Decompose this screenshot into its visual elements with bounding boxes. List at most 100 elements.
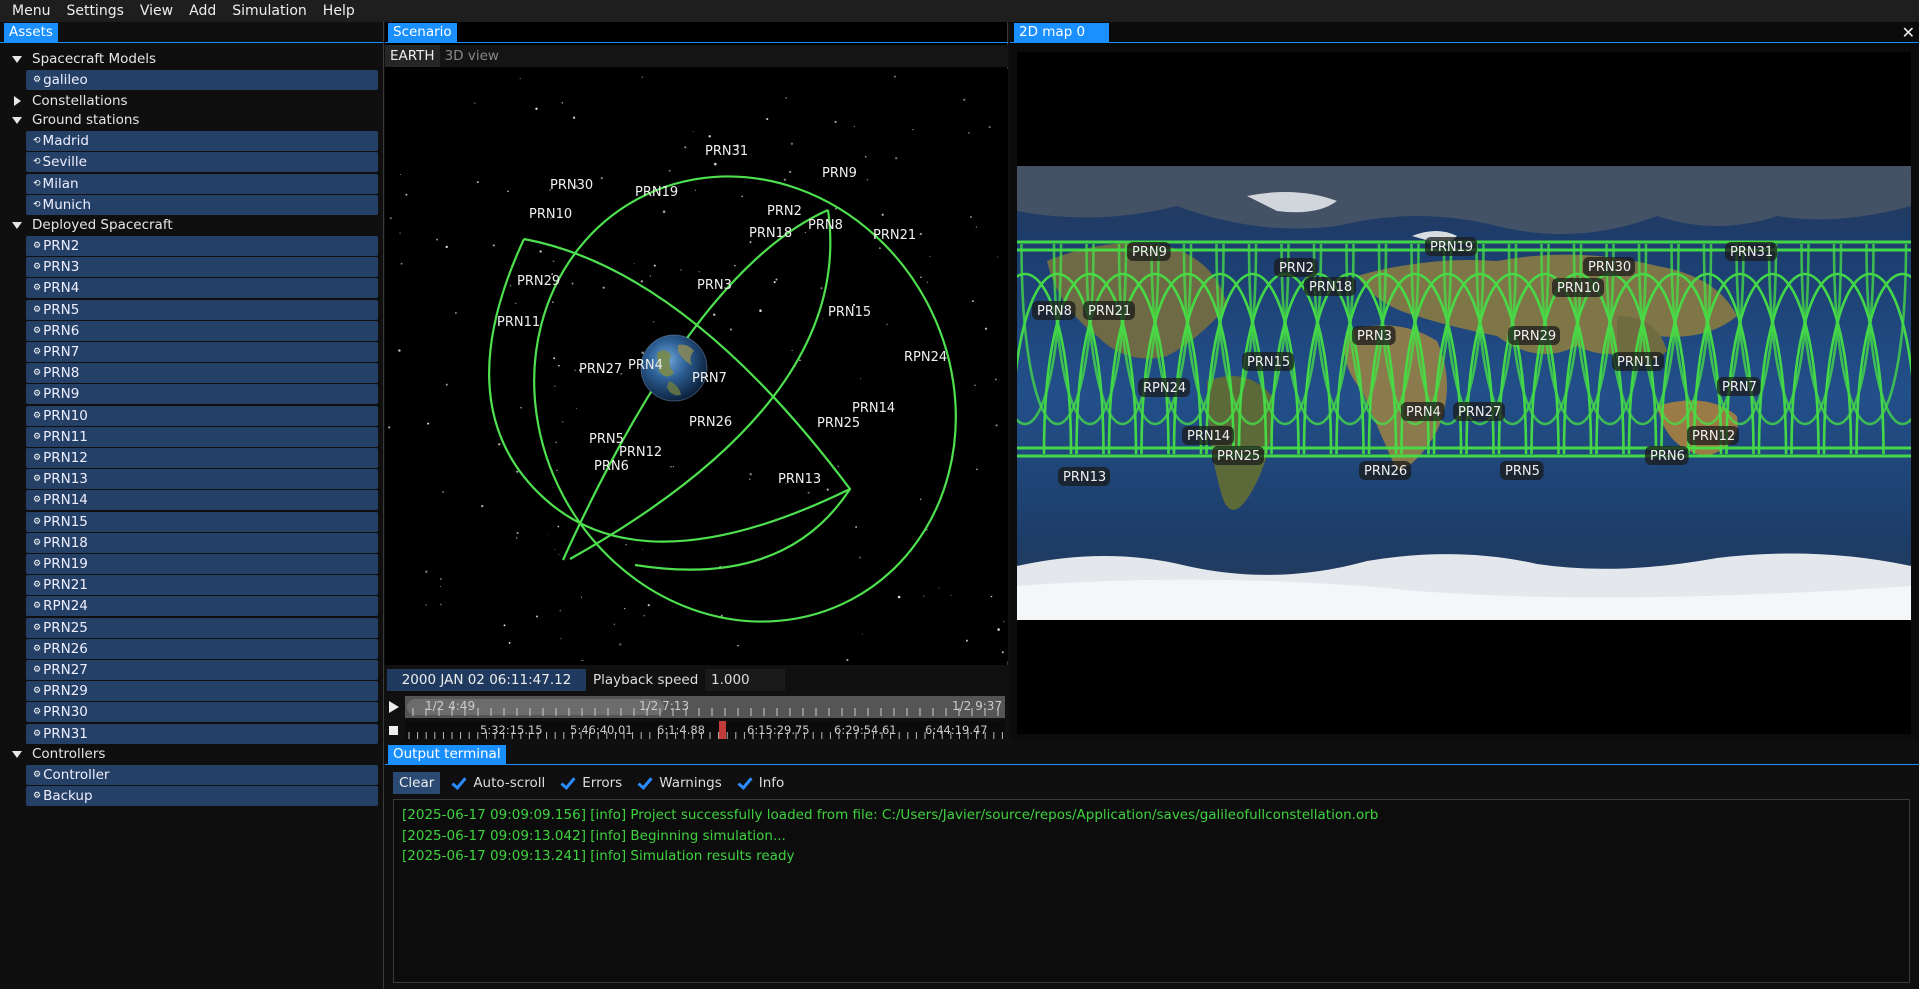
spacecraft-icon: ⚙ [33,262,42,273]
spacecraft-icon: ⚙ [33,580,42,591]
play-icon[interactable] [389,701,399,713]
chevron-down-icon[interactable] [12,54,22,64]
subtab-earth[interactable]: EARTH [385,45,440,67]
tree-item-label: PRN31 [43,725,88,742]
tree-item[interactable]: ⚙ Controller [26,764,378,785]
tree-item-label: PRN15 [43,513,88,530]
3d-viewport[interactable]: PRN31 PRN9 PRN30 PRN19 PRN10 PRN2 PRN8 PRN18 PRN… [385,69,1008,661]
star [398,349,401,352]
tree-item-label: PRN30 [43,704,88,721]
map-label-prn3: PRN3 [1357,329,1392,344]
menu-simulation[interactable]: Simulation [224,0,315,22]
menu-help[interactable]: Help [315,0,363,22]
tree-item[interactable]: ⚙ PRN9 [26,384,378,405]
tree-group-label: Ground stations [32,112,140,129]
spacecraft-icon: ⚙ [33,559,42,569]
log-output[interactable]: [2025-06-17 09:09:09.156] [info] Project… [393,799,1910,983]
tree-item[interactable]: ⚙ PRN15 [26,511,378,532]
checkmark-icon[interactable] [450,775,466,791]
timeline-bottom-label: 6:1:4.88 [657,723,705,737]
tree-item[interactable]: ⚙ PRN21 [26,575,378,596]
star [893,75,896,78]
tree-item[interactable]: ⚙ PRN3 [26,257,378,278]
tree-item-label: PRN11 [43,428,88,445]
tab-output-terminal[interactable]: Output terminal [388,745,506,764]
playback-speed-input[interactable]: 1.000 [705,669,785,691]
tree-item[interactable]: ⚙ PRN30 [26,702,378,723]
checkmark-icon[interactable] [636,775,652,791]
tree-item[interactable]: ⚙ PRN31 [26,723,378,744]
tree-item[interactable]: ⚙ PRN10 [26,405,378,426]
tree-item[interactable]: ⚙ PRN6 [26,320,378,341]
menu-menu[interactable]: Menu [4,0,58,22]
errors-checkbox[interactable]: Errors [559,775,622,791]
tree-item[interactable]: ⚙ galileo [26,70,378,90]
tree-item[interactable]: ⚙ PRN25 [26,617,378,638]
chevron-down-icon[interactable] [12,749,22,759]
tree-item[interactable]: ⚙ PRN26 [26,638,378,659]
tab-2d-map[interactable]: 2D map 0 [1014,23,1109,42]
tree-item[interactable]: ⟲ Madrid [26,131,378,152]
tree-group[interactable]: Constellations [12,91,128,111]
tree-item[interactable]: ⚙ PRN14 [26,490,378,511]
orbit-label-prn26: PRN26 [689,415,732,430]
autoscroll-checkbox[interactable]: Auto-scroll [450,775,545,791]
star [560,638,562,640]
tree-group[interactable]: Ground stations [12,110,139,130]
orbit-label-prn15: PRN15 [828,305,871,320]
tree-item[interactable]: ⚙ PRN18 [26,532,378,553]
tree-item-label: PRN4 [43,280,80,297]
close-icon[interactable]: ✕ [1902,23,1915,42]
chevron-down-icon[interactable] [12,115,22,125]
tree-group[interactable]: Controllers [12,744,105,764]
tree-item[interactable]: ⚙ PRN12 [26,448,378,468]
tree-item[interactable]: ⚙ PRN7 [26,342,378,362]
star [912,128,914,131]
orbit-label-prn21: PRN21 [873,228,916,243]
tree-item[interactable]: ⚙ PRN2 [26,236,378,256]
star [427,422,430,425]
star [860,378,861,380]
playhead-marker[interactable] [719,721,726,739]
star [400,174,401,175]
star [807,491,810,494]
map-label-prn12: PRN12 [1692,429,1735,444]
warnings-checkbox[interactable]: Warnings [636,775,722,791]
tree-group[interactable]: Deployed Spacecraft [12,215,173,235]
star [602,286,605,289]
menu-settings[interactable]: Settings [58,0,131,22]
checkmark-icon[interactable] [736,775,752,791]
chevron-down-icon[interactable] [12,220,22,230]
clear-button[interactable]: Clear [393,772,441,794]
tree-item[interactable]: ⚙ RPN24 [26,596,378,617]
tree-item[interactable]: ⟲ Seville [26,152,378,173]
tab-assets[interactable]: Assets [4,23,58,42]
tree-item[interactable]: ⚙ PRN4 [26,278,378,299]
tree-item[interactable]: ⚙ PRN29 [26,681,378,702]
menu-view[interactable]: View [132,0,181,22]
menu-add[interactable]: Add [181,0,224,22]
star [996,256,999,258]
star [442,491,444,493]
info-checkbox[interactable]: Info [736,775,785,791]
tree-item[interactable]: ⚙ PRN27 [26,660,378,680]
tree-item[interactable]: ⚙ PRN11 [26,426,378,447]
tab-scenario[interactable]: Scenario [388,23,457,42]
checkmark-icon[interactable] [559,775,575,791]
tree-item[interactable]: ⚙ Backup [26,786,378,806]
spacecraft-icon: ⚙ [33,601,42,612]
current-date[interactable]: 2000 JAN 02 06:11:47.12 [387,669,586,691]
tree-item[interactable]: ⚙ PRN19 [26,554,378,574]
tree-item[interactable]: ⚙ PRN8 [26,363,378,384]
star [775,278,778,281]
tree-item[interactable]: ⚙ PRN13 [26,469,378,490]
subtab-3d-view[interactable]: 3D view [440,45,504,67]
spacecraft-icon: ⚙ [33,368,42,379]
chevron-right-icon[interactable] [12,96,22,107]
stop-icon[interactable] [389,726,398,735]
2d-map-viewport[interactable]: PRN9 PRN19 PRN31 PRN2 PRN30 PRN8 PRN21 PRN18 PRN… [1017,52,1911,734]
tree-item[interactable]: ⟲ Munich [26,194,378,215]
tree-group[interactable]: Spacecraft Models [12,49,156,69]
tree-item[interactable]: ⚙ PRN5 [26,299,378,320]
tree-item[interactable]: ⟲ Milan [26,173,378,194]
